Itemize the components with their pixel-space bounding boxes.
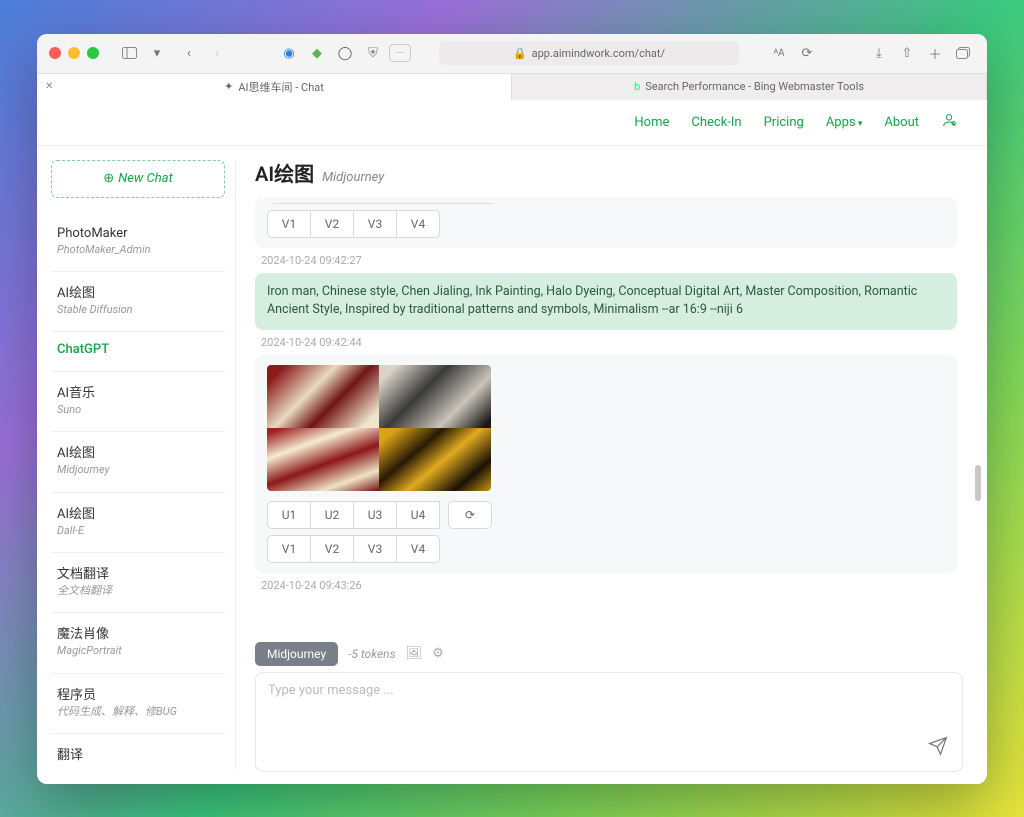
refresh-button[interactable]: ⟳ bbox=[448, 501, 492, 529]
v2b-button[interactable]: V2 bbox=[310, 535, 354, 563]
v3b-button[interactable]: V3 bbox=[353, 535, 397, 563]
grid-image-3[interactable] bbox=[267, 428, 379, 491]
main-panel: AI绘图 Midjourney V1 V2 V3 V4 2024-10-24 0… bbox=[237, 146, 987, 784]
lock-icon: 🔒 bbox=[513, 47, 527, 60]
page-subtitle: Midjourney bbox=[322, 170, 384, 185]
sidebar-item-photomaker[interactable]: PhotoMaker PhotoMaker_Admin bbox=[51, 216, 225, 272]
v4b-button[interactable]: V4 bbox=[396, 535, 440, 563]
nav-pricing[interactable]: Pricing bbox=[764, 115, 804, 130]
sidebar: ⊕ New Chat PhotoMaker PhotoMaker_Admin A… bbox=[37, 146, 237, 784]
user-icon[interactable] bbox=[941, 112, 957, 132]
composer-area: Midjourney -5 tokens 🖼 ⚙ bbox=[255, 642, 963, 772]
forward-button[interactable]: › bbox=[205, 42, 229, 64]
browser-tabs: ✕ ✦ AI思维车间 - Chat b Search Performance -… bbox=[37, 74, 987, 100]
v3-button[interactable]: V3 bbox=[353, 210, 397, 238]
result-card: U1 U2 U3 U4 ⟳ V1 V2 V3 V4 bbox=[255, 355, 957, 573]
sidebar-item-sd[interactable]: AI绘图 Stable Diffusion bbox=[51, 272, 225, 332]
sidebar-item-chatgpt[interactable]: ChatGPT bbox=[51, 332, 225, 372]
page-title: AI绘图 bbox=[255, 158, 314, 187]
share-icon[interactable]: ⇧ bbox=[895, 42, 919, 64]
titlebar: ▾ ‹ › ◉ ◆ ◯ ⛨ ⋯ 🔒 app.aimindwork.com/cha… bbox=[37, 34, 987, 74]
traffic-lights bbox=[49, 47, 99, 59]
ext-icon-3[interactable]: ◯ bbox=[333, 42, 357, 64]
image-grid[interactable] bbox=[267, 365, 491, 491]
v1b-button[interactable]: V1 bbox=[267, 535, 311, 563]
sidebar-toggle-icon[interactable] bbox=[117, 42, 141, 64]
nav-about[interactable]: About bbox=[884, 115, 919, 130]
model-pill[interactable]: Midjourney bbox=[255, 642, 338, 666]
prompt-text: Iron man, Chinese style, Chen Jialing, I… bbox=[267, 284, 917, 318]
u1-button[interactable]: U1 bbox=[267, 501, 311, 529]
chat-thread[interactable]: V1 V2 V3 V4 2024-10-24 09:42:27 Iron man… bbox=[255, 191, 963, 636]
v4-button[interactable]: V4 bbox=[396, 210, 440, 238]
address-bar[interactable]: 🔒 app.aimindwork.com/chat/ bbox=[439, 41, 739, 65]
shield-icon[interactable]: ⛨ bbox=[361, 42, 385, 64]
sidebar-item-magic-portrait[interactable]: 魔法肖像 MagicPortrait bbox=[51, 613, 225, 673]
grid-image-4[interactable] bbox=[379, 428, 491, 491]
v1-button[interactable]: V1 bbox=[267, 210, 311, 238]
back-button[interactable]: ‹ bbox=[177, 42, 201, 64]
sidebar-item-programmer[interactable]: 程序员 代码生成、解释、修BUG bbox=[51, 674, 225, 734]
image-icon[interactable]: 🖼 bbox=[406, 646, 423, 661]
grid-image-1[interactable] bbox=[267, 365, 379, 428]
reader-icon[interactable]: ᴬA bbox=[767, 42, 791, 64]
composer bbox=[255, 672, 963, 772]
new-chat-button[interactable]: ⊕ New Chat bbox=[51, 160, 225, 198]
grid-image-2[interactable] bbox=[379, 365, 491, 428]
new-tab-icon[interactable]: ＋ bbox=[923, 42, 947, 64]
sidebar-item-mj[interactable]: AI绘图 Midjourney bbox=[51, 432, 225, 492]
sidebar-item-music[interactable]: AI音乐 Suno bbox=[51, 372, 225, 432]
ext-icon-2[interactable]: ◆ bbox=[305, 42, 329, 64]
ext-icon-1[interactable]: ◉ bbox=[277, 42, 301, 64]
v-button-row-top: V1 V2 V3 V4 bbox=[267, 210, 945, 238]
chevron-down-icon[interactable]: ▾ bbox=[145, 42, 169, 64]
message-input[interactable] bbox=[268, 683, 950, 753]
top-nav: Home Check-In Pricing Apps About bbox=[37, 100, 987, 146]
v2-button[interactable]: V2 bbox=[310, 210, 354, 238]
minimize-window-button[interactable] bbox=[68, 47, 80, 59]
browser-window: ▾ ‹ › ◉ ◆ ◯ ⛨ ⋯ 🔒 app.aimindwork.com/cha… bbox=[37, 34, 987, 784]
user-prompt-card: Iron man, Chinese style, Chen Jialing, I… bbox=[255, 273, 957, 331]
u4-button[interactable]: U4 bbox=[396, 501, 440, 529]
browser-tab-2[interactable]: b Search Performance - Bing Webmaster To… bbox=[512, 74, 987, 100]
tab-favicon-1: ✦ bbox=[224, 80, 233, 93]
close-window-button[interactable] bbox=[49, 47, 61, 59]
nav-apps[interactable]: Apps bbox=[826, 115, 863, 130]
timestamp-3: 2024-10-24 09:43:26 bbox=[261, 579, 957, 592]
gear-icon[interactable]: ⚙ bbox=[432, 646, 444, 661]
download-icon[interactable]: ⤓ bbox=[867, 42, 891, 64]
page-content: Home Check-In Pricing Apps About ⊕ New C… bbox=[37, 100, 987, 784]
timestamp-2: 2024-10-24 09:42:44 bbox=[261, 336, 957, 349]
composer-meta: Midjourney -5 tokens 🖼 ⚙ bbox=[255, 642, 963, 666]
close-tab-icon[interactable]: ✕ bbox=[45, 81, 53, 92]
sidebar-item-translate[interactable]: 翻译 bbox=[51, 734, 225, 777]
send-button[interactable] bbox=[928, 736, 948, 761]
u-button-row: U1 U2 U3 U4 ⟳ bbox=[267, 501, 945, 529]
sidebar-item-dalle[interactable]: AI绘图 Dall-E bbox=[51, 493, 225, 553]
sidebar-item-doc-translate[interactable]: 文档翻译 全文档翻译 bbox=[51, 553, 225, 613]
nav-checkin[interactable]: Check-In bbox=[691, 115, 741, 130]
timestamp-1: 2024-10-24 09:42:27 bbox=[261, 254, 957, 267]
plus-icon: ⊕ bbox=[103, 171, 114, 186]
url-text: app.aimindwork.com/chat/ bbox=[532, 47, 665, 60]
token-cost: -5 tokens bbox=[348, 647, 395, 661]
browser-tab-1[interactable]: ✕ ✦ AI思维车间 - Chat bbox=[37, 74, 512, 100]
v-button-row: V1 V2 V3 V4 bbox=[267, 535, 945, 563]
tab-title-2: Search Performance - Bing Webmaster Tool… bbox=[645, 80, 864, 93]
reload-icon[interactable]: ⟳ bbox=[795, 42, 819, 64]
u3-button[interactable]: U3 bbox=[353, 501, 397, 529]
new-chat-label: New Chat bbox=[118, 171, 173, 186]
page-title-row: AI绘图 Midjourney bbox=[255, 158, 963, 191]
result-card-top: V1 V2 V3 V4 bbox=[255, 197, 957, 248]
nav-home[interactable]: Home bbox=[634, 115, 669, 130]
ext-icon-4[interactable]: ⋯ bbox=[389, 44, 411, 62]
u2-button[interactable]: U2 bbox=[310, 501, 354, 529]
refresh-icon: ⟳ bbox=[465, 508, 475, 522]
tabs-overview-icon[interactable] bbox=[951, 42, 975, 64]
body-layout: ⊕ New Chat PhotoMaker PhotoMaker_Admin A… bbox=[37, 146, 987, 784]
tab-favicon-2: b bbox=[634, 80, 640, 93]
tab-title-1: AI思维车间 - Chat bbox=[238, 79, 323, 95]
scrollbar-thumb[interactable] bbox=[975, 465, 981, 501]
maximize-window-button[interactable] bbox=[87, 47, 99, 59]
